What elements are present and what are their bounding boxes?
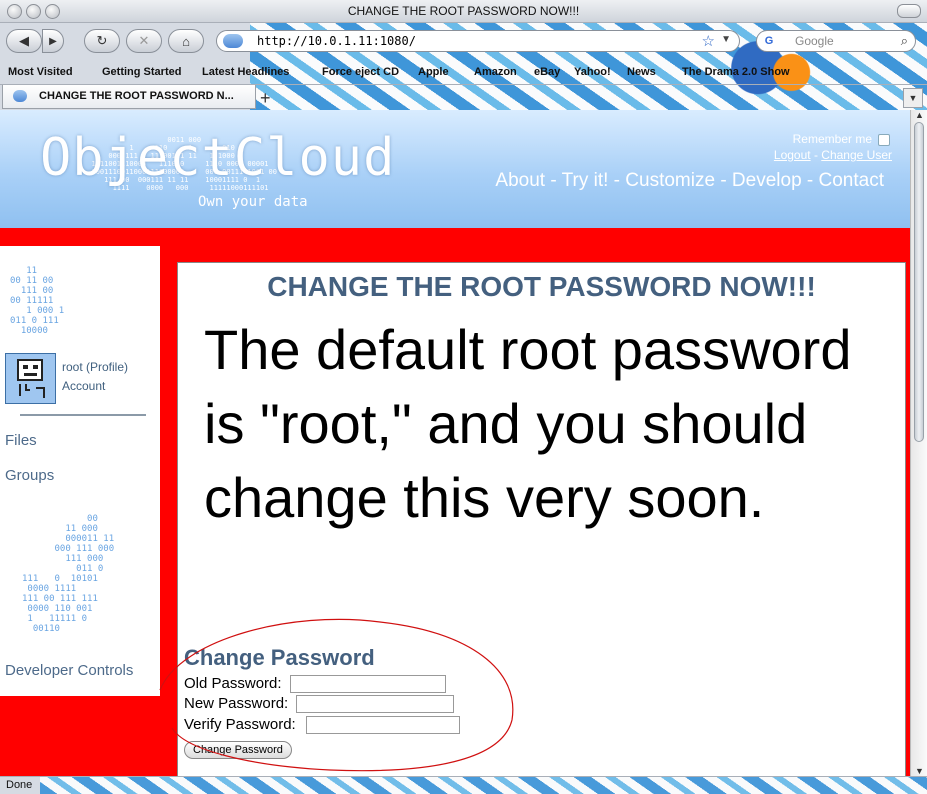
bookmarks-toolbar: Most Visited Getting Started Latest Head…	[0, 62, 927, 82]
tab-label: CHANGE THE ROOT PASSWORD N...	[39, 90, 234, 102]
sidebar-binary-decoration-top: 11 00 11 00 111 00 00 11111 1 000 1 011 …	[10, 266, 65, 336]
site-identity-icon[interactable]	[223, 34, 243, 48]
change-user-link[interactable]: Change User	[821, 148, 892, 162]
url-history-dropdown-icon[interactable]: ▼	[721, 34, 731, 45]
search-icon[interactable]: ⌕	[901, 33, 908, 49]
site-tagline: Own your data	[198, 194, 308, 210]
profile-link[interactable]: root (Profile)	[62, 358, 128, 377]
change-password-title: Change Password	[184, 645, 375, 670]
page-headline: CHANGE THE ROOT PASSWORD NOW!!!	[267, 271, 816, 302]
tab-strip: CHANGE THE ROOT PASSWORD N... + ▼	[0, 84, 927, 110]
scroll-down-arrow-icon[interactable]: ▼	[915, 766, 924, 776]
search-box[interactable]: G Google ⌕	[756, 30, 916, 52]
bookmark-getting-started[interactable]: Getting Started	[102, 66, 181, 78]
scroll-thumb[interactable]	[914, 122, 924, 442]
status-theme-background	[40, 777, 927, 794]
back-button[interactable]: ◀	[6, 29, 42, 53]
bookmark-news[interactable]: News	[627, 66, 656, 78]
stop-icon: ✕	[138, 33, 150, 48]
remember-me: Remember me	[793, 132, 890, 146]
forward-arrow-icon: ▶	[49, 35, 57, 47]
new-password-label: New Password:	[184, 695, 289, 712]
new-password-field[interactable]	[296, 695, 454, 713]
site-logo[interactable]: ObjectCloud	[40, 128, 395, 188]
browser-chrome: CHANGE THE ROOT PASSWORD NOW!!! ◀ ▶ ↻ ✕ …	[0, 0, 927, 110]
url-text: http://10.0.1.11:1080/	[257, 34, 416, 48]
new-tab-plus-icon[interactable]: +	[260, 88, 271, 109]
bookmark-apple[interactable]: Apple	[418, 66, 449, 78]
home-icon: ⌂	[182, 33, 190, 49]
reload-button[interactable]: ↻	[84, 29, 120, 53]
status-bar: Done	[0, 776, 927, 794]
page-viewport: 0011 000 1 110 1 010 000 111 11100111 11…	[0, 110, 910, 776]
sidebar-item-files[interactable]: Files	[5, 432, 37, 449]
warning-message: The default root password is "root," and…	[204, 318, 852, 529]
sidebar: 11 00 11 00 111 00 00 11111 1 000 1 011 …	[0, 246, 160, 696]
reload-icon: ↻	[96, 33, 108, 48]
account-link[interactable]: Account	[62, 377, 128, 396]
stop-button[interactable]: ✕	[126, 29, 162, 53]
logout-link[interactable]: Logout	[774, 148, 811, 162]
bookmark-most-visited[interactable]: Most Visited	[8, 66, 73, 78]
bookmark-latest-headlines[interactable]: Latest Headlines	[202, 66, 289, 78]
title-bar: CHANGE THE ROOT PASSWORD NOW!!!	[0, 0, 927, 23]
avatar[interactable]	[5, 353, 56, 404]
back-arrow-icon: ◀	[19, 33, 29, 48]
window-title: CHANGE THE ROOT PASSWORD NOW!!!	[347, 4, 580, 18]
bookmark-yahoo[interactable]: Yahoo!	[574, 66, 611, 78]
bookmark-the-drama-show[interactable]: The Drama 2.0 Show	[682, 66, 790, 78]
user-links-separator: -	[810, 148, 822, 162]
sidebar-divider	[20, 414, 146, 416]
sidebar-item-developer-controls[interactable]: Developer Controls	[5, 662, 133, 679]
status-text: Done	[6, 779, 33, 791]
url-bar[interactable]: http://10.0.1.11:1080/ ☆ ▼	[216, 30, 740, 52]
verify-password-label: Verify Password:	[184, 716, 296, 733]
remember-me-checkbox[interactable]	[878, 133, 890, 146]
toolbar-toggle-button[interactable]	[897, 4, 921, 18]
robot-avatar-icon	[17, 359, 45, 398]
profile-links: root (Profile) Account	[62, 358, 128, 396]
main-content: CHANGE THE ROOT PASSWORD NOW!!! The defa…	[177, 262, 906, 776]
tab-favicon-icon	[13, 90, 27, 102]
vertical-scrollbar[interactable]: ▲ ▼	[910, 110, 927, 776]
bookmark-star-icon[interactable]: ☆	[702, 32, 715, 50]
home-button[interactable]: ⌂	[168, 29, 204, 53]
forward-button[interactable]: ▶	[42, 29, 64, 53]
main-nav[interactable]: About - Try it! - Customize - Develop - …	[495, 170, 884, 192]
google-search-engine-icon[interactable]: G	[761, 34, 777, 48]
bookmark-ebay[interactable]: eBay	[534, 66, 560, 78]
old-password-field[interactable]	[290, 675, 446, 693]
sidebar-item-groups[interactable]: Groups	[5, 467, 54, 484]
verify-password-field[interactable]	[306, 716, 460, 734]
remember-me-label: Remember me	[792, 132, 872, 146]
old-password-label: Old Password:	[184, 675, 282, 692]
navigation-toolbar: ◀ ▶ ↻ ✕ ⌂ http://10.0.1.11:1080/ ☆ ▼ G G…	[0, 23, 927, 61]
scroll-up-arrow-icon[interactable]: ▲	[915, 110, 924, 120]
search-placeholder: Google	[795, 34, 834, 48]
change-password-button[interactable]: Change Password	[184, 741, 292, 759]
bookmark-force-eject-cd[interactable]: Force eject CD	[322, 66, 399, 78]
user-links: Logout - Change User	[774, 148, 892, 162]
site-header: 0011 000 1 110 1 010 000 111 11100111 11…	[0, 110, 910, 228]
bookmark-amazon[interactable]: Amazon	[474, 66, 517, 78]
sidebar-binary-decoration-bottom: 00 11 000 000011 11 000 111 000 111 000 …	[22, 514, 115, 634]
tab-list-dropdown-icon[interactable]: ▼	[903, 88, 923, 108]
tab-active[interactable]: CHANGE THE ROOT PASSWORD N...	[2, 85, 256, 109]
